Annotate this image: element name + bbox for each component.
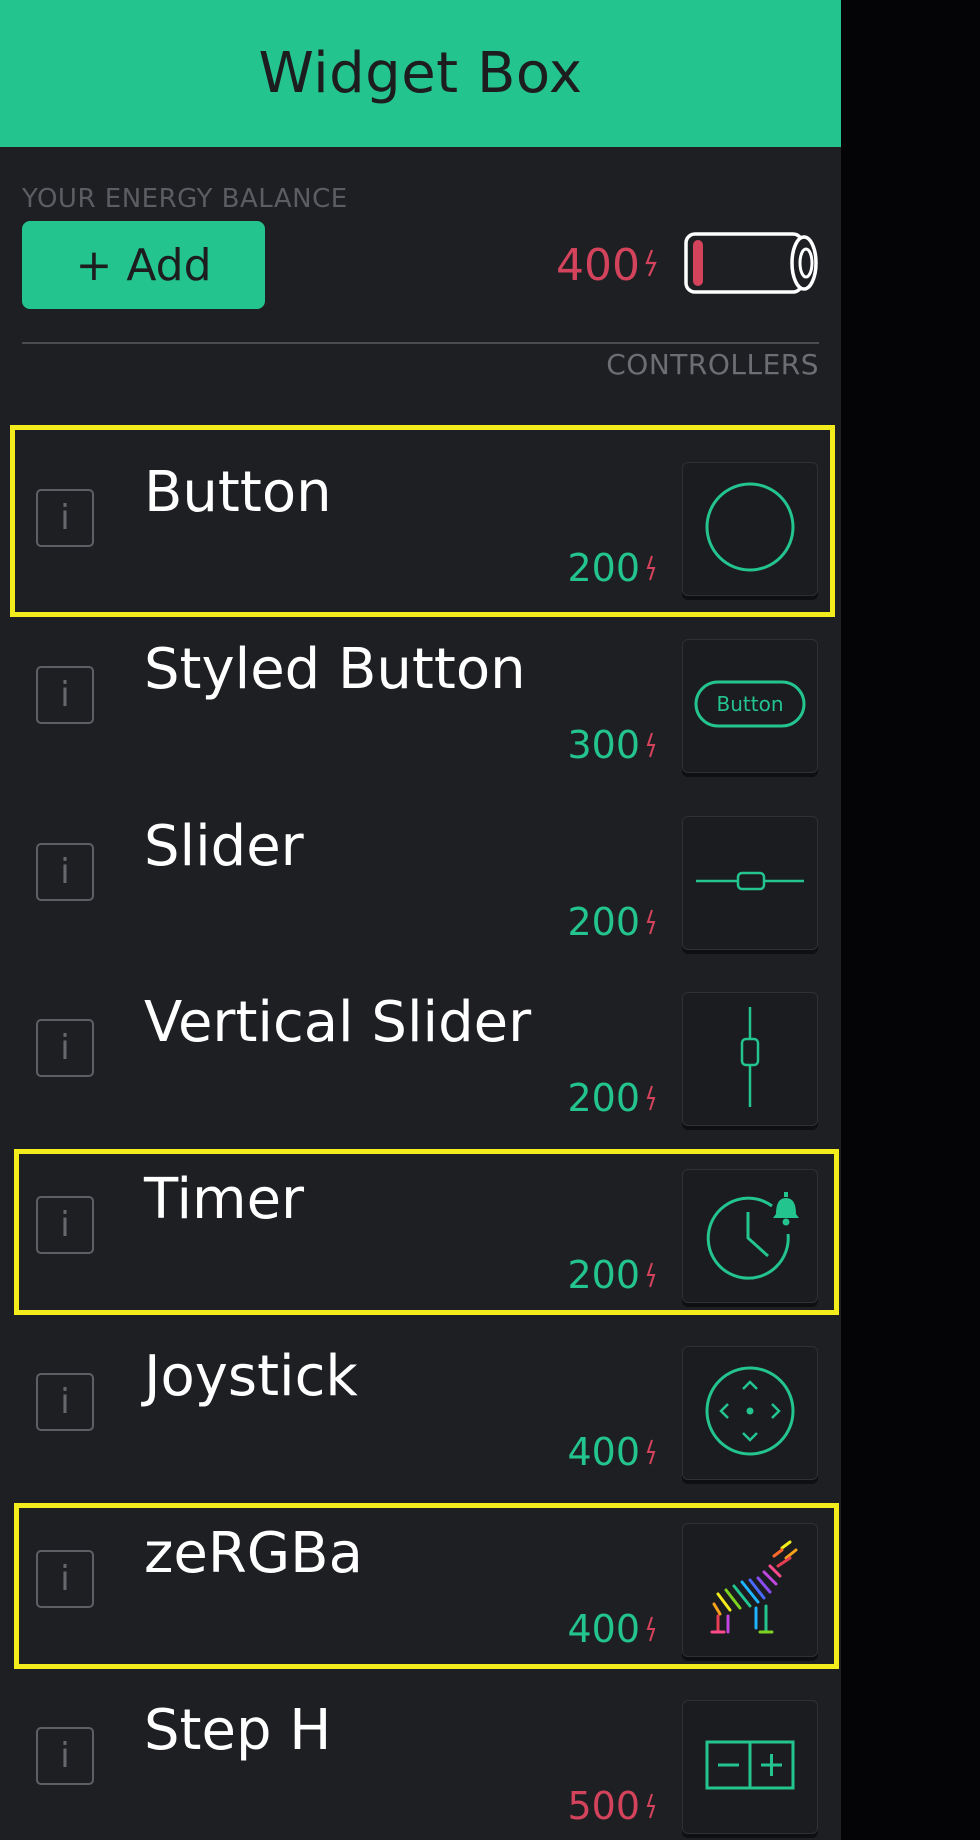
- energy-balance-label: YOUR ENERGY BALANCE: [22, 184, 348, 214]
- bolt-icon: [646, 1430, 656, 1474]
- add-energy-button[interactable]: + Add: [22, 221, 265, 309]
- widget-name: Step H: [144, 1698, 332, 1763]
- widget-name: Vertical Slider: [144, 990, 532, 1055]
- battery-icon: [682, 230, 822, 300]
- info-button[interactable]: i: [36, 666, 94, 724]
- header-bar: Widget Box: [0, 0, 841, 147]
- highlight-frame-timer: [14, 1149, 839, 1315]
- bolt-icon: [646, 1076, 656, 1120]
- widget-cost: 400: [567, 1430, 656, 1474]
- highlight-frame-zergba: [14, 1503, 839, 1669]
- widget-name: Joystick: [144, 1344, 358, 1409]
- vertical-slider-icon: [735, 1005, 765, 1113]
- widget-tile[interactable]: [682, 992, 818, 1126]
- widget-cost: 200: [567, 900, 656, 944]
- widget-tile[interactable]: Button: [682, 639, 818, 773]
- widget-row-step-h[interactable]: i Step H 500: [0, 1670, 841, 1840]
- highlight-frame-button: [10, 425, 835, 617]
- widget-cost: 500: [567, 1784, 656, 1828]
- section-divider: [22, 342, 819, 344]
- widget-box-panel: Widget Box YOUR ENERGY BALANCE + Add 400…: [0, 0, 841, 1840]
- info-button[interactable]: i: [36, 1019, 94, 1077]
- section-label-controllers: CONTROLLERS: [606, 348, 819, 381]
- bolt-icon: [644, 248, 658, 282]
- widget-row-slider[interactable]: i Slider 200: [0, 786, 841, 962]
- svg-text:Button: Button: [717, 692, 784, 716]
- info-button[interactable]: i: [36, 1373, 94, 1431]
- widget-row-styled-button[interactable]: i Styled Button 300 Button: [0, 609, 841, 785]
- widget-row-joystick[interactable]: i Joystick 400: [0, 1316, 841, 1492]
- widget-name: Styled Button: [144, 637, 526, 702]
- info-button[interactable]: i: [36, 1727, 94, 1785]
- energy-balance-value: 400: [556, 239, 640, 291]
- joystick-icon: [702, 1363, 798, 1463]
- bolt-icon: [646, 900, 656, 944]
- horizontal-slider-icon: [694, 866, 806, 900]
- bolt-icon: [646, 723, 656, 767]
- widget-row-vertical-slider[interactable]: i Vertical Slider 200: [0, 962, 841, 1138]
- bolt-icon: [646, 1784, 656, 1828]
- widget-tile[interactable]: [682, 1700, 818, 1834]
- widget-cost: 300: [567, 723, 656, 767]
- widget-cost: 200: [567, 1076, 656, 1120]
- step-h-icon: [705, 1740, 795, 1794]
- page-title: Widget Box: [258, 41, 583, 106]
- info-button[interactable]: i: [36, 843, 94, 901]
- widget-name: Slider: [144, 814, 304, 879]
- styled-button-icon: Button: [694, 680, 806, 732]
- energy-balance: 400: [556, 232, 822, 298]
- widget-tile[interactable]: [682, 816, 818, 950]
- widget-tile[interactable]: [682, 1346, 818, 1480]
